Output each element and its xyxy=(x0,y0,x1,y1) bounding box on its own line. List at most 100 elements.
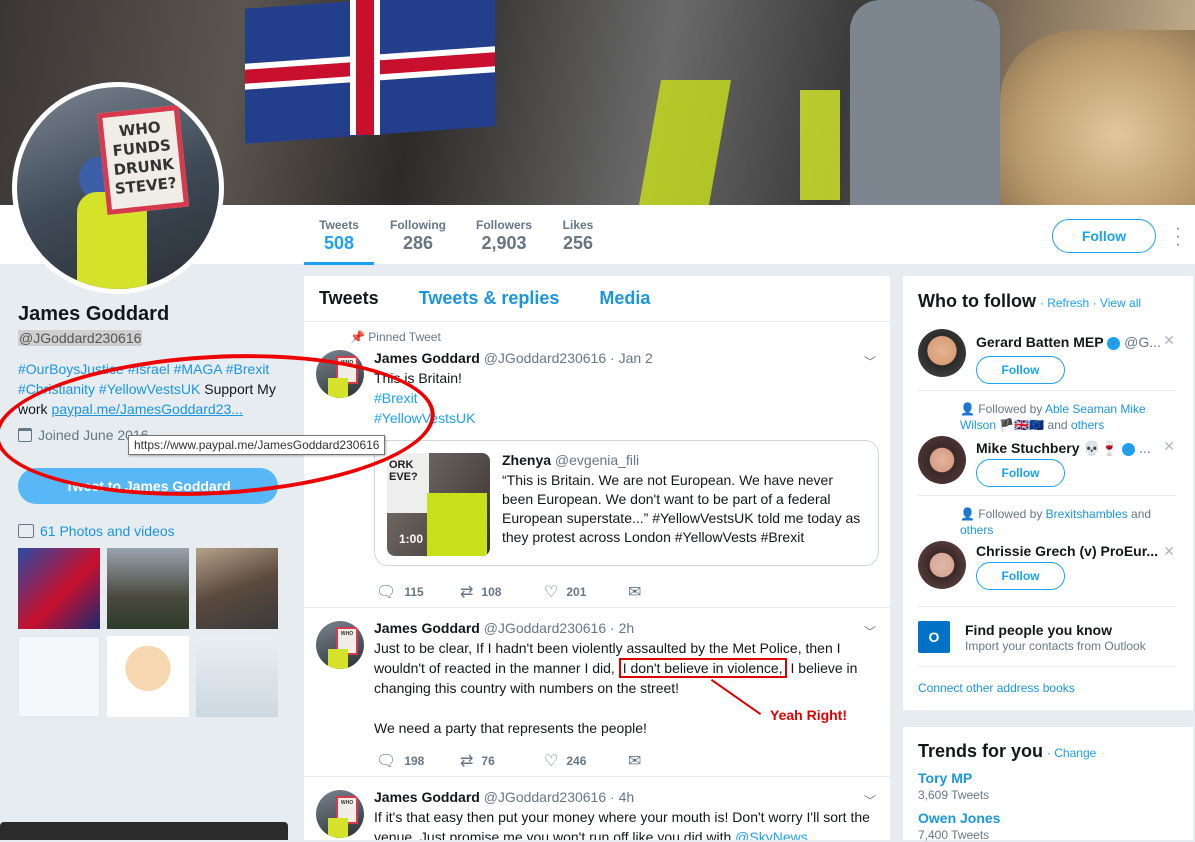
mention-link[interactable]: @SkyNews xyxy=(735,829,808,840)
close-icon[interactable]: ✕ xyxy=(1163,543,1175,560)
stat-likes[interactable]: Likes 256 xyxy=(556,205,600,265)
view-all-link[interactable]: View all xyxy=(1100,296,1141,310)
video-duration: 1:00 xyxy=(399,532,424,546)
suggestion-item: 👤 Followed by Brexitshambles and others … xyxy=(918,506,1178,596)
tweet-text: This is Britain! xyxy=(374,370,462,386)
tweet-avatar[interactable]: WHO xyxy=(316,350,364,398)
reply-button[interactable]: 🗨 198 xyxy=(376,751,460,771)
follow-button[interactable]: Follow xyxy=(976,356,1065,384)
who-to-follow-panel: Who to follow · Refresh · View all Gerar… xyxy=(903,276,1193,710)
chevron-down-icon[interactable]: ﹀ xyxy=(864,353,876,370)
pin-icon: 📌 xyxy=(350,330,365,344)
retweet-button[interactable]: ⇄ 108 xyxy=(460,582,544,602)
tweet-handle-time[interactable]: @JGoddard230616 · 4h xyxy=(484,789,634,805)
tab-tweets-replies[interactable]: Tweets & replies xyxy=(419,288,560,309)
timeline-tabs: Tweets Tweets & replies Media xyxy=(304,276,890,322)
link-tooltip: https://www.paypal.me/JamesGoddard230616 xyxy=(128,435,386,455)
pinned-label: 📌 Pinned Tweet xyxy=(350,330,441,344)
quote-author[interactable]: Zhenya xyxy=(502,452,551,468)
tweet-text: Just to be clear, If I hadn't been viole… xyxy=(374,640,858,696)
tweet-author[interactable]: James Goddard xyxy=(374,620,480,636)
connect-address-books-link[interactable]: Connect other address books xyxy=(918,681,1075,695)
stat-following[interactable]: Following 286 xyxy=(384,205,452,265)
skull-wine-emoji-icons: 💀🍷 xyxy=(1083,440,1119,456)
envelope-icon: ✉ xyxy=(628,584,642,601)
suggestion-item: Gerard Batten MEP ✓ @G... Follow ✕ xyxy=(918,329,1178,389)
tweet-item[interactable]: WHO James Goddard @JGoddard230616 · 4h I… xyxy=(304,778,890,840)
person-icon: 👤 xyxy=(960,507,975,521)
chevron-down-icon[interactable]: ﹀ xyxy=(864,623,876,640)
photo-thumb[interactable] xyxy=(18,548,100,629)
tweet-author[interactable]: James Goddard xyxy=(374,350,480,366)
timeline: Tweets Tweets & replies Media 📌 Pinned T… xyxy=(304,276,890,840)
close-icon[interactable]: ✕ xyxy=(1163,438,1175,455)
trends-title: Trends for you xyxy=(918,741,1044,761)
heart-icon: ♡ xyxy=(544,753,559,770)
followed-by-context: 👤 Followed by Brexitshambles and others xyxy=(960,507,1152,537)
profile-handle[interactable]: @JGoddard230616 xyxy=(18,330,143,346)
find-people-sub: Import your contacts from Outlook xyxy=(965,639,1146,653)
bio-link[interactable]: paypal.me/JamesGoddard23... xyxy=(51,401,242,417)
tab-media[interactable]: Media xyxy=(599,288,650,309)
profile-bio: #OurBoysJustice #Israel #MAGA #Brexit #C… xyxy=(18,359,288,419)
reply-button[interactable]: 🗨 115 xyxy=(376,582,460,602)
follow-button[interactable]: Follow xyxy=(976,562,1065,590)
quote-handle[interactable]: @evgenia_fili xyxy=(555,452,639,468)
suggestion-name[interactable]: Gerard Batten MEP ✓ @G... xyxy=(976,334,1161,350)
follow-button[interactable]: Follow xyxy=(1052,219,1156,253)
photo-thumb[interactable] xyxy=(196,636,278,717)
photos-videos-link[interactable]: 61 Photos and videos xyxy=(18,523,175,539)
like-button[interactable]: ♡ 201 xyxy=(544,582,628,602)
avatar[interactable] xyxy=(918,329,966,377)
dm-button[interactable]: ✉ xyxy=(628,582,712,602)
trends-panel: Trends for you · Change Tory MP 3,609 Tw… xyxy=(903,727,1193,842)
tweet-avatar[interactable]: WHO xyxy=(316,790,364,838)
avatar[interactable] xyxy=(918,436,966,484)
tweet-actions: 🗨 115 ⇄ 108 ♡ 201 ✉ xyxy=(376,582,712,602)
photo-thumb[interactable] xyxy=(107,548,189,629)
envelope-icon: ✉ xyxy=(628,753,642,770)
profile-name[interactable]: James Goddard xyxy=(18,303,288,326)
stat-followers[interactable]: Followers 2,903 xyxy=(470,205,538,265)
close-icon[interactable]: ✕ xyxy=(1163,332,1175,349)
followed-by-context: 👤 Followed by Able Seaman Mike Wilson 🏴🇬… xyxy=(960,402,1146,432)
tab-tweets[interactable]: Tweets xyxy=(319,288,379,309)
bottom-bar xyxy=(0,822,288,840)
tweet-actions: 🗨 198 ⇄ 76 ♡ 246 ✉ xyxy=(376,751,712,771)
tweet-to-button[interactable]: Tweet to James Goddard xyxy=(18,468,278,504)
video-thumbnail[interactable]: ORK EVE? 1:00 xyxy=(387,453,490,556)
tweet-author[interactable]: James Goddard xyxy=(374,789,480,805)
tweet-avatar[interactable]: WHO xyxy=(316,621,364,669)
trend-item[interactable]: Owen Jones 7,400 Tweets xyxy=(918,810,1178,842)
more-options-icon[interactable]: · · · xyxy=(1172,221,1184,253)
tweet-handle-time[interactable]: @JGoddard230616 · 2h xyxy=(484,620,634,636)
like-button[interactable]: ♡ 246 xyxy=(544,751,628,771)
suggestion-name[interactable]: Chrissie Grech (v) ProEur... xyxy=(976,543,1158,559)
change-link[interactable]: Change xyxy=(1054,746,1096,760)
find-people-title[interactable]: Find people you know xyxy=(965,622,1112,638)
photo-thumb[interactable] xyxy=(107,636,189,717)
person-icon: 👤 xyxy=(960,402,975,416)
tweet-text: If it's that easy then put your money wh… xyxy=(374,807,879,840)
reply-icon: 🗨 xyxy=(376,753,397,770)
chevron-down-icon[interactable]: ﹀ xyxy=(864,792,876,809)
avatar[interactable] xyxy=(918,541,966,589)
follow-button[interactable]: Follow xyxy=(976,459,1065,487)
stat-tweets[interactable]: Tweets 508 xyxy=(304,205,374,265)
retweet-button[interactable]: ⇄ 76 xyxy=(460,751,544,771)
refresh-link[interactable]: Refresh xyxy=(1047,296,1089,310)
profile-avatar[interactable]: WHO FUNDS DRUNK STEVE? xyxy=(12,82,224,294)
who-to-follow-title: Who to follow xyxy=(918,291,1036,311)
tweet-item[interactable]: 📌 Pinned Tweet WHO James Goddard @JGodda… xyxy=(304,323,890,608)
suggestion-name[interactable]: Mike Stuchbery 💀🍷 ✓ ... xyxy=(976,440,1151,457)
tweet-item[interactable]: WHO James Goddard @JGoddard230616 · 2h J… xyxy=(304,609,890,777)
calendar-icon xyxy=(18,428,32,442)
photo-thumb[interactable] xyxy=(18,636,100,717)
photo-thumb[interactable] xyxy=(196,548,278,629)
hashtag-link[interactable]: #YellowVestsUK xyxy=(374,410,475,426)
tweet-handle-time[interactable]: @JGoddard230616 · Jan 2 xyxy=(484,350,653,366)
trend-item[interactable]: Tory MP 3,609 Tweets xyxy=(918,770,1178,802)
quoted-tweet[interactable]: ORK EVE? 1:00 Zhenya @evgenia_fili “This … xyxy=(374,440,879,566)
hashtag-link[interactable]: #Brexit xyxy=(374,390,418,406)
dm-button[interactable]: ✉ xyxy=(628,751,712,771)
